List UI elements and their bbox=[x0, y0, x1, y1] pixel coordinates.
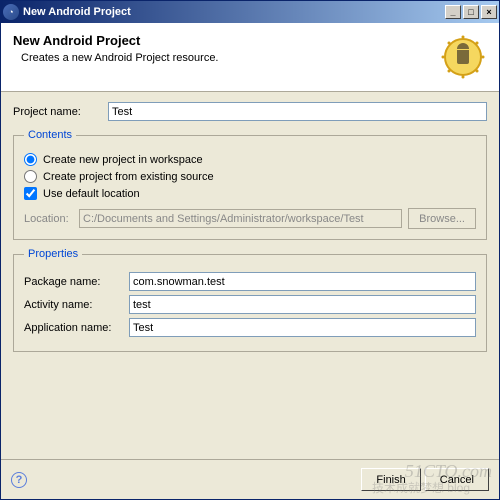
help-icon[interactable]: ? bbox=[11, 472, 27, 488]
close-button[interactable]: × bbox=[481, 5, 497, 19]
option-use-default[interactable]: Use default location bbox=[24, 187, 476, 200]
wizard-header: New Android Project Creates a new Androi… bbox=[1, 23, 499, 92]
radio-new-project[interactable] bbox=[24, 153, 37, 166]
project-name-row: Project name: bbox=[13, 102, 487, 121]
eclipse-icon: ◔ bbox=[3, 4, 19, 20]
application-name-input[interactable] bbox=[129, 318, 476, 337]
header-text: New Android Project Creates a new Androi… bbox=[13, 33, 439, 81]
radio-existing-source-label: Create project from existing source bbox=[43, 171, 214, 183]
activity-name-row: Activity name: bbox=[24, 295, 476, 314]
properties-group: Properties Package name: Activity name: … bbox=[13, 248, 487, 352]
page-title: New Android Project bbox=[13, 33, 439, 48]
package-name-label: Package name: bbox=[24, 276, 129, 288]
location-input bbox=[79, 209, 402, 228]
radio-new-project-label: Create new project in workspace bbox=[43, 154, 203, 166]
titlebar: ◔ New Android Project _ □ × bbox=[1, 1, 499, 23]
application-name-row: Application name: bbox=[24, 318, 476, 337]
location-row: Location: Browse... bbox=[24, 208, 476, 229]
project-name-input[interactable] bbox=[108, 102, 487, 121]
finish-button[interactable]: Finish bbox=[361, 468, 420, 491]
window-controls: _ □ × bbox=[445, 5, 497, 19]
properties-legend: Properties bbox=[24, 248, 82, 260]
option-new-project[interactable]: Create new project in workspace bbox=[24, 153, 476, 166]
maximize-button[interactable]: □ bbox=[463, 5, 479, 19]
activity-name-input[interactable] bbox=[129, 295, 476, 314]
contents-group: Contents Create new project in workspace… bbox=[13, 129, 487, 240]
minimize-button[interactable]: _ bbox=[445, 5, 461, 19]
location-label: Location: bbox=[24, 213, 79, 225]
page-subtitle: Creates a new Android Project resource. bbox=[21, 52, 439, 64]
checkbox-use-default[interactable] bbox=[24, 187, 37, 200]
option-existing-source[interactable]: Create project from existing source bbox=[24, 170, 476, 183]
wizard-footer: ? Finish Cancel bbox=[1, 459, 499, 499]
package-name-input[interactable] bbox=[129, 272, 476, 291]
contents-legend: Contents bbox=[24, 129, 76, 141]
window-title: New Android Project bbox=[23, 6, 445, 18]
activity-name-label: Activity name: bbox=[24, 299, 129, 311]
browse-button: Browse... bbox=[408, 208, 476, 229]
android-badge-icon bbox=[439, 33, 487, 81]
wizard-content: Project name: Contents Create new projec… bbox=[1, 92, 499, 459]
application-name-label: Application name: bbox=[24, 322, 129, 334]
radio-existing-source[interactable] bbox=[24, 170, 37, 183]
package-name-row: Package name: bbox=[24, 272, 476, 291]
checkbox-use-default-label: Use default location bbox=[43, 188, 140, 200]
dialog-window: ◔ New Android Project _ □ × New Android … bbox=[0, 0, 500, 500]
project-name-label: Project name: bbox=[13, 106, 108, 118]
cancel-button[interactable]: Cancel bbox=[425, 468, 489, 491]
